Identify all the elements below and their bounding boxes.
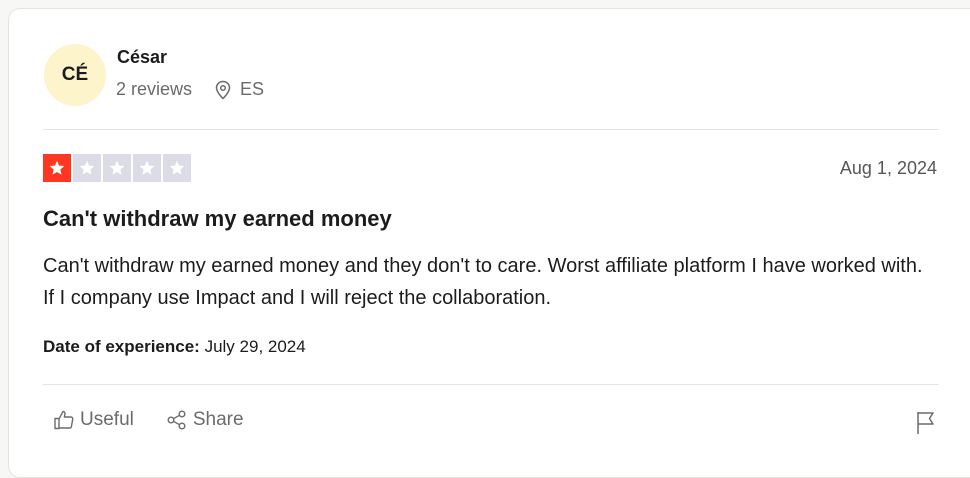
reviews-count: 2 reviews bbox=[116, 79, 193, 99]
review-date: Aug 1, 2024 bbox=[839, 158, 937, 178]
star-icon bbox=[49, 160, 65, 175]
reviewer-name[interactable]: César bbox=[117, 47, 167, 68]
header-divider bbox=[43, 129, 939, 130]
footer-divider bbox=[43, 384, 939, 385]
review-body: Can't withdraw my earned money and they … bbox=[43, 255, 923, 309]
star-empty bbox=[133, 154, 161, 182]
experience-label: Date of experience: bbox=[43, 337, 200, 356]
star-icon bbox=[139, 160, 155, 175]
useful-label: Useful bbox=[80, 409, 134, 430]
share-button[interactable]: Share bbox=[166, 409, 244, 431]
review-actions: Useful Share bbox=[53, 409, 276, 431]
star-empty bbox=[163, 154, 191, 182]
share-label: Share bbox=[192, 409, 244, 430]
star-icon bbox=[109, 160, 125, 175]
country-code: ES bbox=[240, 79, 265, 99]
star-filled bbox=[43, 154, 71, 182]
reviewer-location: ES bbox=[214, 79, 264, 100]
review-title[interactable]: Can't withdraw my earned money bbox=[43, 206, 392, 232]
useful-button[interactable]: Useful bbox=[53, 409, 134, 431]
share-icon bbox=[167, 410, 186, 430]
star-rating bbox=[43, 154, 193, 182]
flag-icon bbox=[917, 412, 934, 434]
star-icon bbox=[169, 160, 185, 175]
star-empty bbox=[103, 154, 131, 182]
reviewer-meta: 2 reviews ES bbox=[116, 79, 264, 100]
thumbs-up-icon bbox=[54, 410, 74, 430]
avatar-initials: CÉ bbox=[61, 64, 89, 85]
review-card: CÉ César 2 reviews ES Aug 1, 2024 Can't … bbox=[8, 8, 970, 478]
star-empty bbox=[73, 154, 101, 182]
date-of-experience: Date of experience: July 29, 2024 bbox=[43, 337, 306, 357]
experience-date: July 29, 2024 bbox=[204, 337, 306, 356]
report-button[interactable] bbox=[915, 410, 937, 441]
avatar[interactable]: CÉ bbox=[44, 44, 106, 106]
location-pin-icon bbox=[215, 80, 231, 100]
star-icon bbox=[79, 160, 95, 175]
